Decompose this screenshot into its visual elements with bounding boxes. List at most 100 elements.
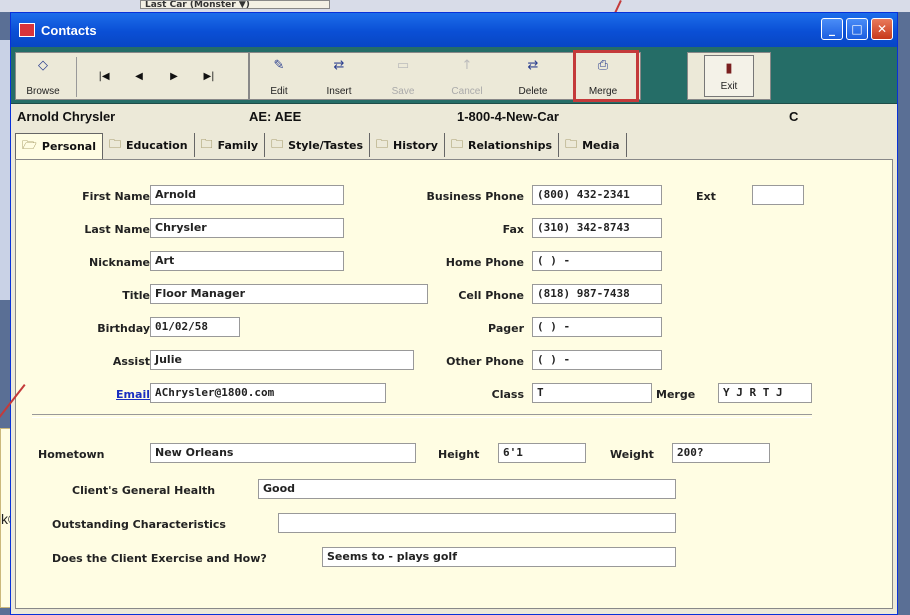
delete-button[interactable]: ⇄ Delete	[508, 53, 558, 101]
other-phone-field[interactable]: ( ) -	[532, 350, 662, 370]
contact-phone-header: 1-800-4-New-Car	[457, 109, 559, 124]
save-button[interactable]: ▭ Save	[380, 53, 426, 101]
cancel-label: Cancel	[451, 86, 483, 97]
general-health-label: Client's General Health	[72, 484, 216, 497]
tab-label: Personal	[41, 140, 96, 153]
browse-label: Browse	[26, 86, 60, 97]
business-phone-label: Business Phone	[426, 190, 525, 203]
fax-label: Fax	[502, 223, 524, 236]
last-name-field[interactable]: Chrysler	[150, 218, 344, 238]
window-title: Contacts	[41, 22, 97, 38]
cell-phone-label: Cell Phone	[458, 289, 524, 302]
first-name-field[interactable]: Arnold	[150, 185, 344, 205]
insert-icon: ⇄	[333, 58, 345, 73]
birthday-field[interactable]: 01/02/58	[150, 317, 240, 337]
hometown-field[interactable]: New Orleans	[150, 443, 416, 463]
app-icon	[19, 23, 35, 37]
tab-personal[interactable]: 🗁 Personal	[15, 133, 103, 159]
assist-label: Assist	[112, 355, 150, 368]
folder-icon: 🗀	[108, 136, 121, 151]
contacts-window: Contacts _ □ ✕ ◇ Browse |◀ ◀ ▶ ▶| ✎ Edit…	[10, 12, 898, 615]
title-label: Title	[122, 289, 150, 302]
folder-open-icon: 🗁	[22, 138, 37, 152]
email-field[interactable]: AChrysler@1800.com	[150, 383, 386, 403]
merge-label: Merge	[656, 388, 696, 401]
cancel-icon: ↑	[461, 58, 473, 73]
edit-button[interactable]: ✎ Edit	[256, 53, 302, 101]
delete-icon: ⇄	[527, 58, 539, 73]
home-phone-field[interactable]: ( ) -	[532, 251, 662, 271]
class-label: Class	[491, 388, 524, 401]
business-phone-field[interactable]: (800) 432-2341	[532, 185, 662, 205]
toolbar-separator	[76, 57, 77, 97]
toolbar: ◇ Browse |◀ ◀ ▶ ▶| ✎ Edit ⇄ Insert ▭ Sav…	[11, 47, 897, 104]
save-label: Save	[391, 86, 415, 97]
edit-label: Edit	[270, 86, 288, 97]
exit-label: Exit	[720, 81, 738, 92]
title-bar[interactable]: Contacts _ □ ✕	[11, 13, 897, 47]
tab-bar: 🗁 Personal 🗀 Education 🗀 Family 🗀 Style/…	[15, 133, 627, 159]
ae-code: AE: AEE	[249, 109, 302, 124]
close-button[interactable]: ✕	[871, 18, 893, 40]
tab-label: Family	[217, 138, 259, 152]
last-record-button[interactable]: ▶|	[201, 65, 217, 87]
tab-label: Media	[582, 138, 620, 152]
folder-icon: 🗀	[565, 136, 578, 151]
tab-family[interactable]: 🗀 Family	[195, 133, 266, 157]
home-phone-label: Home Phone	[445, 256, 524, 269]
email-link[interactable]: Email	[116, 388, 150, 401]
pager-label: Pager	[488, 322, 524, 335]
nickname-label: Nickname	[89, 256, 150, 269]
tab-label: Style/Tastes	[288, 138, 363, 152]
outstanding-characteristics-label: Outstanding Characteristics	[52, 518, 226, 531]
tab-history[interactable]: 🗀 History	[370, 133, 445, 157]
class-field[interactable]: T	[532, 383, 652, 403]
general-health-field[interactable]: Good	[258, 479, 676, 499]
first-record-button[interactable]: |◀	[96, 65, 112, 87]
merge-field[interactable]: Y J R T J	[718, 383, 812, 403]
exercise-field[interactable]: Seems to - plays golf	[322, 547, 676, 567]
minimize-button[interactable]: _	[821, 18, 843, 40]
personal-panel: First Name Arnold Last Name Chrysler Nic…	[15, 159, 893, 609]
assist-field[interactable]: Julie	[150, 350, 414, 370]
next-record-button[interactable]: ▶	[166, 65, 182, 87]
tab-education[interactable]: 🗀 Education	[103, 133, 195, 157]
cancel-button[interactable]: ↑ Cancel	[444, 53, 490, 101]
background-window-strip: Last Car (Monster ▼)	[0, 0, 910, 12]
title-field[interactable]: Floor Manager	[150, 284, 428, 304]
save-icon: ▭	[396, 58, 410, 73]
cell-phone-field[interactable]: (818) 987-7438	[532, 284, 662, 304]
birthday-label: Birthday	[97, 322, 150, 335]
other-phone-label: Other Phone	[446, 355, 524, 368]
insert-label: Insert	[326, 86, 352, 97]
fax-field[interactable]: (310) 342-8743	[532, 218, 662, 238]
height-field[interactable]: 6'1	[498, 443, 586, 463]
folder-icon: 🗀	[271, 136, 284, 151]
toolbar-panel-nav: ◇ Browse |◀ ◀ ▶ ▶|	[15, 52, 249, 100]
browse-button[interactable]: ◇ Browse	[18, 53, 68, 101]
tab-relationships[interactable]: 🗀 Relationships	[445, 133, 560, 157]
exit-button[interactable]: ▮ Exit	[704, 55, 754, 97]
contact-name: Arnold Chrysler	[17, 109, 116, 124]
browse-icon: ◇	[38, 58, 48, 73]
pager-field[interactable]: ( ) -	[532, 317, 662, 337]
edit-icon: ✎	[273, 58, 285, 73]
tab-style-tastes[interactable]: 🗀 Style/Tastes	[265, 133, 370, 157]
nickname-field[interactable]: Art	[150, 251, 344, 271]
folder-icon: 🗀	[376, 136, 389, 151]
weight-field[interactable]: 200?	[672, 443, 770, 463]
outstanding-characteristics-field[interactable]	[278, 513, 676, 533]
maximize-button[interactable]: □	[846, 18, 868, 40]
exit-door-icon: ▮	[725, 61, 733, 76]
hometown-label: Hometown	[38, 448, 105, 461]
prev-record-button[interactable]: ◀	[131, 65, 147, 87]
height-label: Height	[438, 448, 480, 461]
insert-button[interactable]: ⇄ Insert	[316, 53, 362, 101]
ext-field[interactable]	[752, 185, 804, 205]
class-code: C	[789, 109, 799, 124]
ext-label: Ext	[696, 190, 716, 203]
tab-label: History	[393, 138, 438, 152]
background-left-strip	[0, 40, 10, 300]
tab-media[interactable]: 🗀 Media	[559, 133, 627, 157]
section-divider	[32, 414, 812, 418]
